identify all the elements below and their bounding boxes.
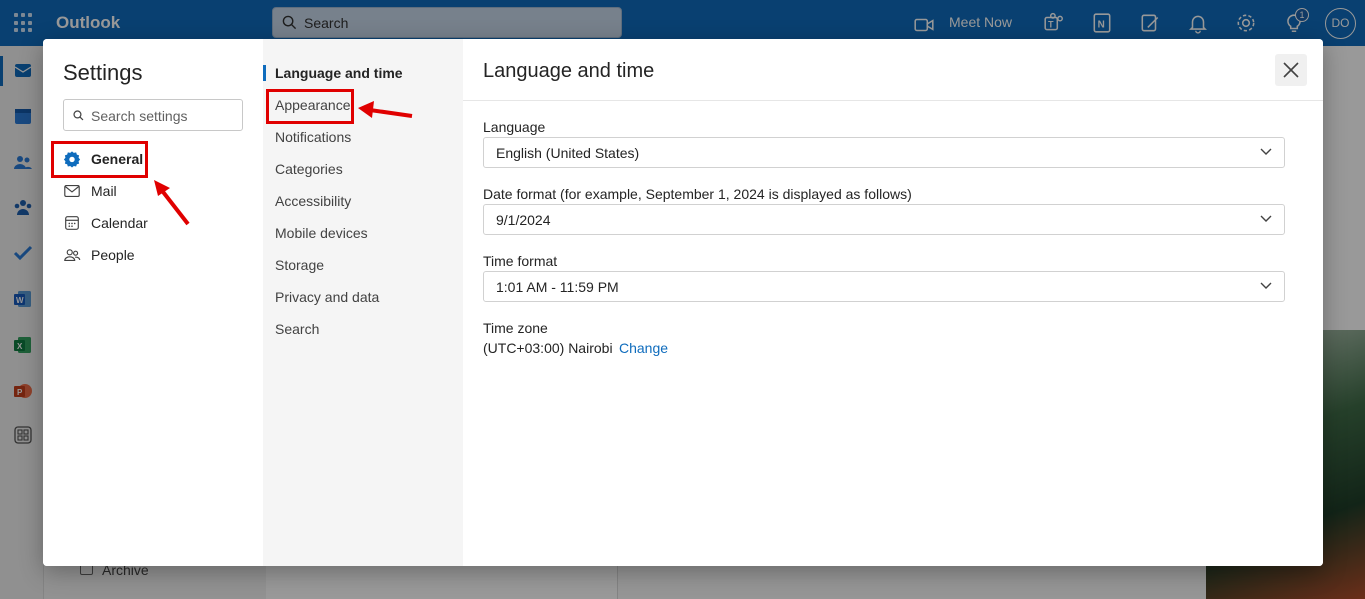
settings-category-label: People <box>91 247 135 263</box>
time-zone-label: Time zone <box>483 320 548 336</box>
settings-category-people[interactable]: People <box>63 241 243 269</box>
chevron-down-icon <box>1260 148 1272 155</box>
subcategory-storage[interactable]: Storage <box>275 257 324 277</box>
search-icon <box>73 110 84 121</box>
settings-search-box[interactable] <box>63 99 243 131</box>
general-highlight-box <box>51 141 148 178</box>
time-format-dropdown[interactable]: 1:01 AM - 11:59 PM <box>483 271 1285 302</box>
time-format-label: Time format <box>483 253 558 269</box>
calendar-icon <box>65 216 79 230</box>
chevron-down-icon <box>1260 215 1272 222</box>
settings-search-input[interactable] <box>91 106 239 126</box>
arrow-to-general-icon <box>154 180 190 226</box>
subcategory-accessibility[interactable]: Accessibility <box>275 193 351 213</box>
people-icon <box>64 249 81 261</box>
subcategory-categories[interactable]: Categories <box>275 161 343 181</box>
close-button[interactable] <box>1275 54 1307 86</box>
subcategory-mobile-devices[interactable]: Mobile devices <box>275 225 368 245</box>
subcategory-notifications[interactable]: Notifications <box>275 129 351 149</box>
date-format-value: 9/1/2024 <box>496 212 551 228</box>
time-zone-value: (UTC+03:00) Nairobi <box>483 340 613 356</box>
mail-icon <box>64 185 80 197</box>
settings-dialog: Settings General Mail Calendar People La… <box>43 39 1323 566</box>
subcategory-language-and-time[interactable]: Language and time <box>275 65 403 85</box>
settings-content-pane: Language and time Language English (Unit… <box>463 39 1323 566</box>
language-dropdown[interactable]: English (United States) <box>483 137 1285 168</box>
subcategory-active-indicator <box>263 65 266 81</box>
subcategory-search[interactable]: Search <box>275 321 319 341</box>
settings-title: Settings <box>63 60 143 85</box>
appearance-highlight-box <box>266 89 354 124</box>
time-zone-change-link[interactable]: Change <box>619 340 668 356</box>
settings-category-label: Calendar <box>91 215 148 231</box>
language-value: English (United States) <box>496 145 640 161</box>
arrow-to-appearance-icon <box>358 101 413 118</box>
settings-categories-pane: Settings General Mail Calendar People <box>43 39 263 566</box>
time-format-value: 1:01 AM - 11:59 PM <box>496 279 619 295</box>
language-label: Language <box>483 119 546 135</box>
date-format-dropdown[interactable]: 9/1/2024 <box>483 204 1285 235</box>
subcategory-privacy-and-data[interactable]: Privacy and data <box>275 289 379 309</box>
chevron-down-icon <box>1260 282 1272 289</box>
close-icon <box>1283 62 1299 78</box>
date-format-label: Date format (for example, September 1, 2… <box>483 186 912 202</box>
divider <box>463 100 1323 101</box>
settings-category-label: Mail <box>91 183 117 199</box>
page-title: Language and time <box>483 60 655 82</box>
